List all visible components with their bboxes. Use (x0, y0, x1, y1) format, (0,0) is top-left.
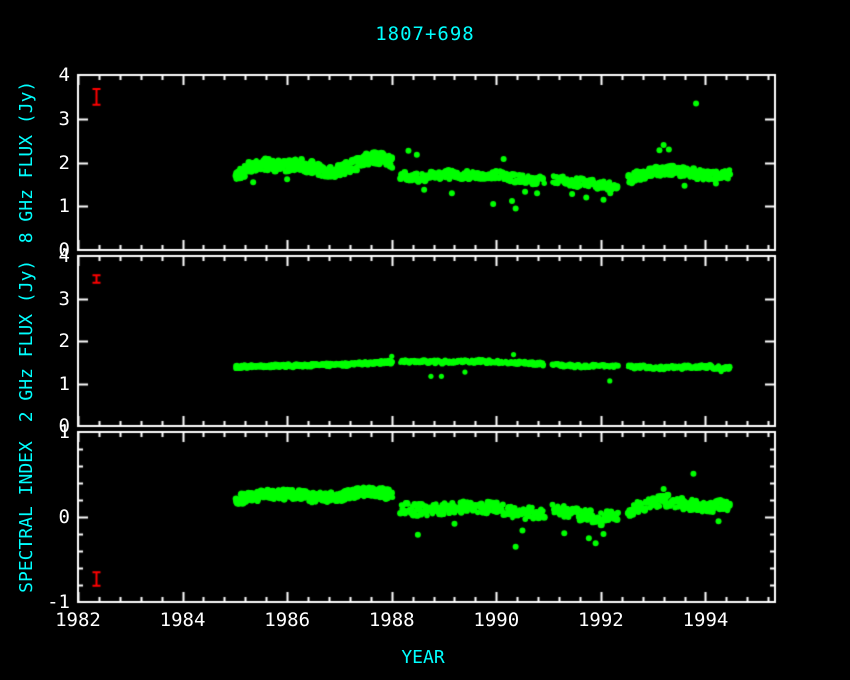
y-tick-label: 4 (0, 245, 70, 267)
plot-canvas (0, 0, 850, 680)
y-tick-label: 0 (0, 506, 70, 528)
x-tick-label: 1994 (665, 609, 745, 631)
x-tick-label: 1986 (247, 609, 327, 631)
y-tick-label: 3 (0, 288, 70, 310)
y-tick-label: -1 (0, 591, 70, 613)
x-tick-label: 1992 (561, 609, 641, 631)
y-tick-label: 2 (0, 330, 70, 352)
y-tick-label: 1 (0, 373, 70, 395)
plot-figure: 1807+698 8 GHz FLUX (Jy) 2 GHz FLUX (Jy)… (0, 0, 850, 680)
plot-title: 1807+698 (0, 24, 850, 44)
y-tick-label: 1 (0, 421, 70, 443)
x-tick-label: 1984 (143, 609, 223, 631)
x-tick-label: 1990 (456, 609, 536, 631)
y-tick-label: 4 (0, 64, 70, 86)
y-tick-label: 2 (0, 152, 70, 174)
y-tick-label: 1 (0, 195, 70, 217)
x-axis-label-year: YEAR (273, 648, 573, 668)
y-tick-label: 3 (0, 108, 70, 130)
x-tick-label: 1988 (352, 609, 432, 631)
